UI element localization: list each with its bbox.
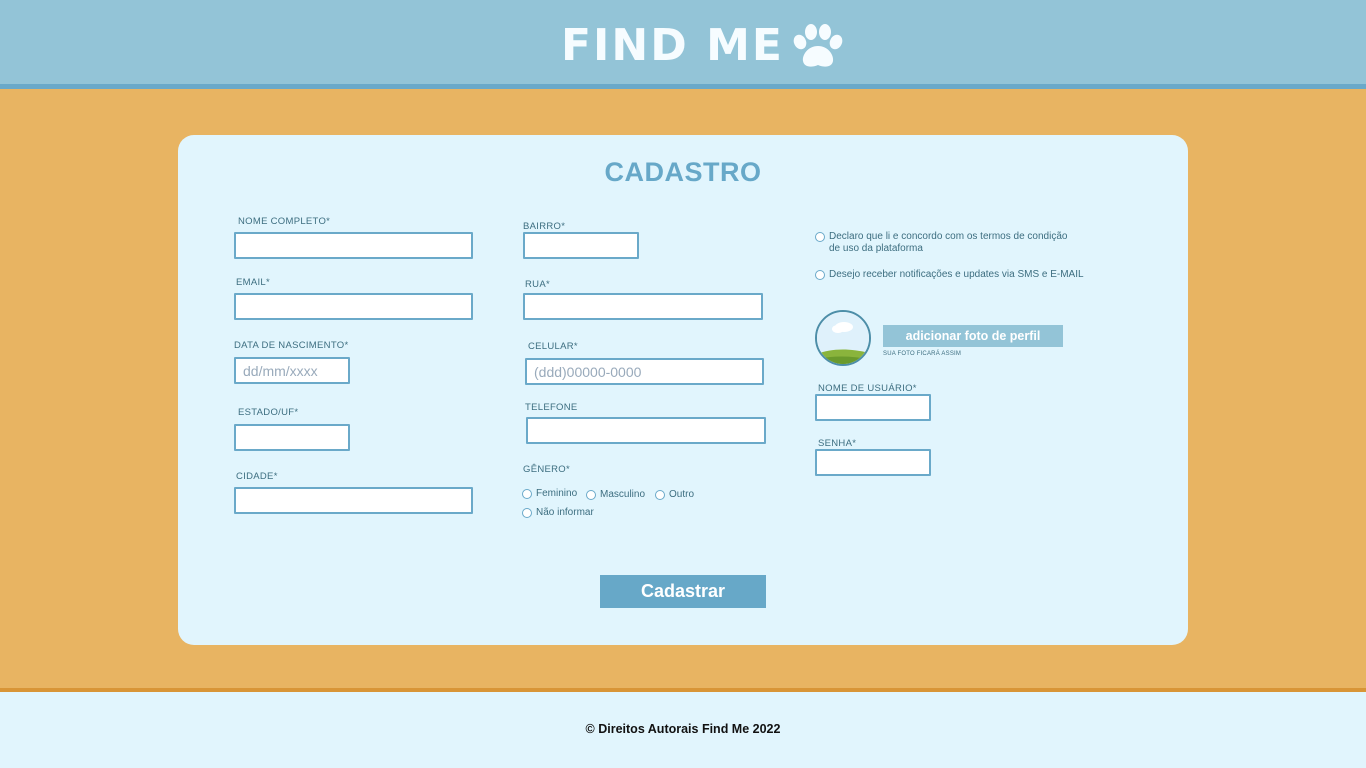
rua-label: RUA* (525, 279, 550, 290)
terms-line-2: de uso da plataforma (829, 243, 923, 254)
nome-input[interactable] (234, 232, 473, 259)
terms-line-1: Declaro que li e concordo com os termos … (829, 231, 1068, 242)
celular-label: CELULAR* (528, 341, 578, 352)
email-input[interactable] (234, 293, 473, 320)
photo-note: SUA FOTO FICARÁ ASSIM (883, 351, 962, 357)
site-footer: © Direitos Autorais Find Me 2022 (0, 688, 1366, 768)
telefone-input[interactable] (526, 417, 766, 444)
email-label: EMAIL* (236, 277, 271, 288)
radio-circle[interactable] (815, 232, 825, 242)
cidade-label: CIDADE* (236, 471, 278, 482)
site-header: FIND ME (0, 0, 1366, 89)
landscape-icon (817, 312, 869, 364)
celular-input[interactable] (525, 358, 764, 385)
cidade-input[interactable] (234, 487, 473, 514)
radio-circle[interactable] (522, 488, 532, 499)
terms-radio[interactable]: Declaro que li e concordo com os termos … (815, 231, 1067, 255)
bairro-input[interactable] (523, 232, 639, 259)
radio-circle[interactable] (586, 489, 596, 500)
genero-masculino-radio[interactable]: Masculino (586, 489, 645, 500)
radio-circle[interactable] (655, 489, 665, 500)
nome-label: NOME COMPLETO* (238, 216, 331, 227)
usuario-label: NOME DE USUÁRIO* (818, 383, 917, 394)
notifications-radio[interactable]: Desejo receber notificações e updates vi… (815, 269, 1084, 280)
nascimento-label: DATA DE NASCIMENTO* (234, 340, 349, 351)
senha-label: SENHA* (818, 438, 857, 449)
estado-label: ESTADO/UF* (238, 407, 299, 418)
genero-feminino-radio[interactable]: Feminino (522, 488, 577, 499)
logo-text: FIND ME (561, 20, 784, 71)
avatar-preview (815, 310, 871, 366)
logo[interactable]: FIND ME (561, 22, 850, 70)
radio-circle[interactable] (815, 269, 825, 280)
rua-input[interactable] (523, 293, 763, 320)
genero-nao-informar-radio[interactable]: Não informar (522, 507, 594, 518)
radio-circle[interactable] (522, 507, 532, 518)
nascimento-input[interactable] (234, 357, 350, 384)
genero-outro-radio[interactable]: Outro (655, 489, 694, 500)
bairro-label: BAIRRO* (523, 221, 566, 232)
telefone-label: TELEFONE (525, 402, 578, 413)
senha-input[interactable] (815, 449, 931, 476)
copyright-text: © Direitos Autorais Find Me 2022 (585, 722, 781, 736)
estado-input[interactable] (234, 424, 350, 451)
paw-icon (793, 24, 843, 67)
add-photo-button[interactable]: adicionar foto de perfil (883, 325, 1063, 347)
genero-label: GÊNERO* (523, 464, 570, 475)
page-title: CADASTRO (604, 157, 762, 187)
register-card: CADASTRO NOME COMPLETO* EMAIL* DATA DE N… (178, 135, 1188, 645)
cadastrar-button[interactable]: Cadastrar (600, 575, 766, 608)
usuario-input[interactable] (815, 394, 931, 421)
